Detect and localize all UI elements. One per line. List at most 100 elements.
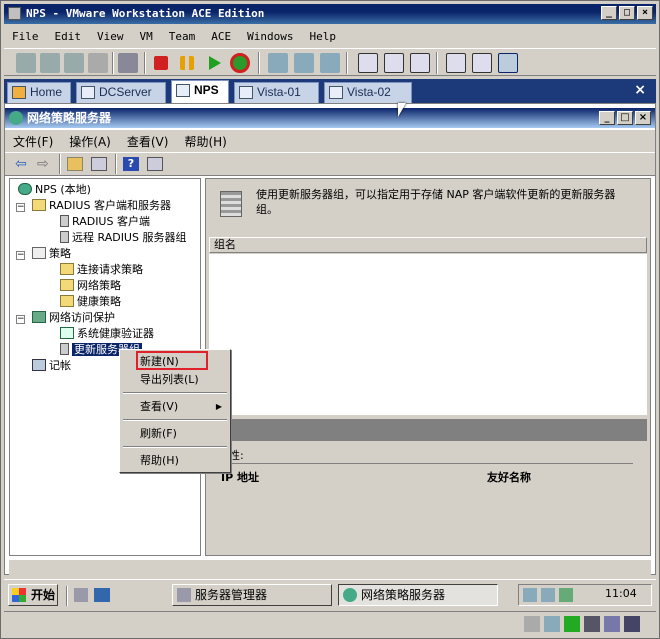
menu-ace[interactable]: ACE <box>203 30 239 43</box>
collapse-icon[interactable]: − <box>16 251 25 260</box>
taskbar-nps[interactable]: 网络策略服务器 <box>338 584 498 606</box>
tab-vista-01[interactable]: Vista-01 <box>234 82 319 103</box>
tree-node-radius-clients[interactable]: RADIUS 客户端 <box>60 214 150 230</box>
minimize-button[interactable]: _ <box>601 6 617 20</box>
close-button[interactable]: × <box>637 6 653 20</box>
tree-node-health-policies[interactable]: 健康策略 <box>60 294 121 310</box>
menu-item-view[interactable]: 查看(V) ▶ <box>122 398 228 416</box>
back-arrow-icon[interactable]: ⇦ <box>15 157 31 171</box>
details-divider-bar <box>209 419 647 441</box>
tree-node-radius-clients-servers[interactable]: RADIUS 客户端和服务器 <box>32 198 171 214</box>
folder-icon <box>32 199 46 211</box>
quick-launch-server-manager-icon[interactable] <box>74 588 88 602</box>
snapshot-manager-icon[interactable] <box>64 53 84 73</box>
tab-dcserver[interactable]: DCServer <box>76 82 166 103</box>
sound-status-icon <box>604 616 620 632</box>
group-list[interactable] <box>209 254 647 415</box>
tab-home[interactable]: Home <box>7 82 71 103</box>
sidebar-toggle-icon[interactable] <box>358 53 378 73</box>
fullscreen-icon[interactable] <box>384 53 404 73</box>
console-view-icon[interactable] <box>498 53 518 73</box>
guest-screen: 网络策略服务器 _ □ × 文件(F) 操作(A) 查看(V) 帮助(H) ⇦ … <box>4 103 656 575</box>
system-tray: 11:04 <box>518 584 652 606</box>
menu-windows[interactable]: Windows <box>239 30 301 43</box>
taskbar-server-manager[interactable]: 服务器管理器 <box>172 584 332 606</box>
quick-switch-icon[interactable] <box>410 53 430 73</box>
collapse-icon[interactable]: − <box>16 315 25 324</box>
clone-icon[interactable] <box>88 53 108 73</box>
snapshot-icon[interactable] <box>16 53 36 73</box>
up-folder-icon[interactable] <box>67 157 83 171</box>
take-snapshot-icon[interactable] <box>268 53 288 73</box>
tree-node-accounting[interactable]: 记帐 <box>32 358 71 374</box>
server-manager-icon <box>177 588 191 602</box>
menu-item-help[interactable]: 帮助(H) <box>122 452 228 470</box>
maximize-button[interactable]: □ <box>619 6 635 20</box>
mmc-minimize-button[interactable]: _ <box>599 111 615 125</box>
taskbar: 开始 服务器管理器 网络策略服务器 11:04 <box>4 579 656 609</box>
tree-node-system-health-validators[interactable]: 系统健康验证器 <box>60 326 154 342</box>
close-tab-icon[interactable]: × <box>634 82 646 98</box>
collapse-icon[interactable]: − <box>16 203 25 212</box>
show-hide-tree-icon[interactable] <box>91 157 107 171</box>
mmc-menu-action[interactable]: 操作(A) <box>61 133 119 150</box>
menu-team[interactable]: Team <box>161 30 204 43</box>
vm-icon <box>176 84 190 97</box>
help-icon[interactable]: ? <box>123 157 139 171</box>
mmc-close-button[interactable]: × <box>635 111 651 125</box>
console-icon[interactable] <box>118 53 138 73</box>
menu-help[interactable]: Help <box>301 30 344 43</box>
reset-icon[interactable] <box>230 53 250 73</box>
mmc-menu-file[interactable]: 文件(F) <box>5 133 61 150</box>
revert-icon[interactable] <box>294 53 314 73</box>
menu-file[interactable]: File <box>4 30 47 43</box>
menu-view[interactable]: View <box>89 30 132 43</box>
vm-icon <box>239 86 253 99</box>
volume-tray-icon[interactable] <box>559 588 573 602</box>
toolbar-separator <box>346 52 348 74</box>
toolbar-separator <box>258 52 260 74</box>
mmc-menu-help[interactable]: 帮助(H) <box>176 133 234 150</box>
show-action-pane-icon[interactable] <box>147 157 163 171</box>
menu-item-export-list[interactable]: 导出列表(L) <box>122 371 228 389</box>
tree-node-nps-local[interactable]: NPS (本地) <box>18 182 91 198</box>
tab-nps[interactable]: NPS <box>171 80 229 103</box>
description-text: 使用更新服务器组，可以指定用于存储 NAP 客户端软件更新的更新服务器组。 <box>256 188 616 216</box>
appliance-view-icon[interactable] <box>472 53 492 73</box>
validator-icon <box>60 327 74 339</box>
power-on-icon[interactable] <box>209 56 221 70</box>
menu-edit[interactable]: Edit <box>47 30 90 43</box>
network-tray-icon[interactable] <box>523 588 537 602</box>
start-button[interactable]: 开始 <box>8 584 58 606</box>
menu-separator <box>123 392 227 394</box>
mmc-menu-view[interactable]: 查看(V) <box>119 133 177 150</box>
mmc-title-bar: 网络策略服务器 _ □ × <box>5 108 655 128</box>
tab-vista-02[interactable]: Vista-02 <box>324 82 412 103</box>
summary-icon[interactable] <box>446 53 466 73</box>
folder-icon <box>60 263 74 275</box>
manage-snapshots-icon[interactable] <box>320 53 340 73</box>
server-group-icon <box>60 231 69 243</box>
tree-node-network-policies[interactable]: 网络策略 <box>60 278 121 294</box>
security-tray-icon[interactable] <box>541 588 555 602</box>
suspend-icon[interactable] <box>180 56 194 70</box>
mmc-maximize-button[interactable]: □ <box>617 111 633 125</box>
horizontal-scrollbar[interactable] <box>9 559 651 575</box>
cdrom-status-icon <box>544 616 560 632</box>
vmware-app-icon <box>8 7 21 20</box>
server-group-icon <box>60 343 69 355</box>
tree-node-policies[interactable]: 策略 <box>32 246 71 262</box>
toolbar-separator <box>436 52 438 74</box>
power-off-icon[interactable] <box>154 56 168 70</box>
menu-vm[interactable]: VM <box>132 30 161 43</box>
forward-arrow-icon[interactable]: ⇨ <box>37 157 53 171</box>
nps-icon <box>343 588 357 602</box>
column-header-group-name[interactable]: 组名 <box>209 237 647 253</box>
menu-item-refresh[interactable]: 刷新(F) <box>122 425 228 443</box>
show-desktop-icon[interactable] <box>94 588 110 602</box>
revert-snapshot-icon[interactable] <box>40 53 60 73</box>
vm-icon <box>81 86 95 99</box>
tree-node-connection-request-policies[interactable]: 连接请求策略 <box>60 262 143 278</box>
tree-node-network-access-protection[interactable]: 网络访问保护 <box>32 310 115 326</box>
tree-node-remote-radius-groups[interactable]: 远程 RADIUS 服务器组 <box>60 230 186 246</box>
